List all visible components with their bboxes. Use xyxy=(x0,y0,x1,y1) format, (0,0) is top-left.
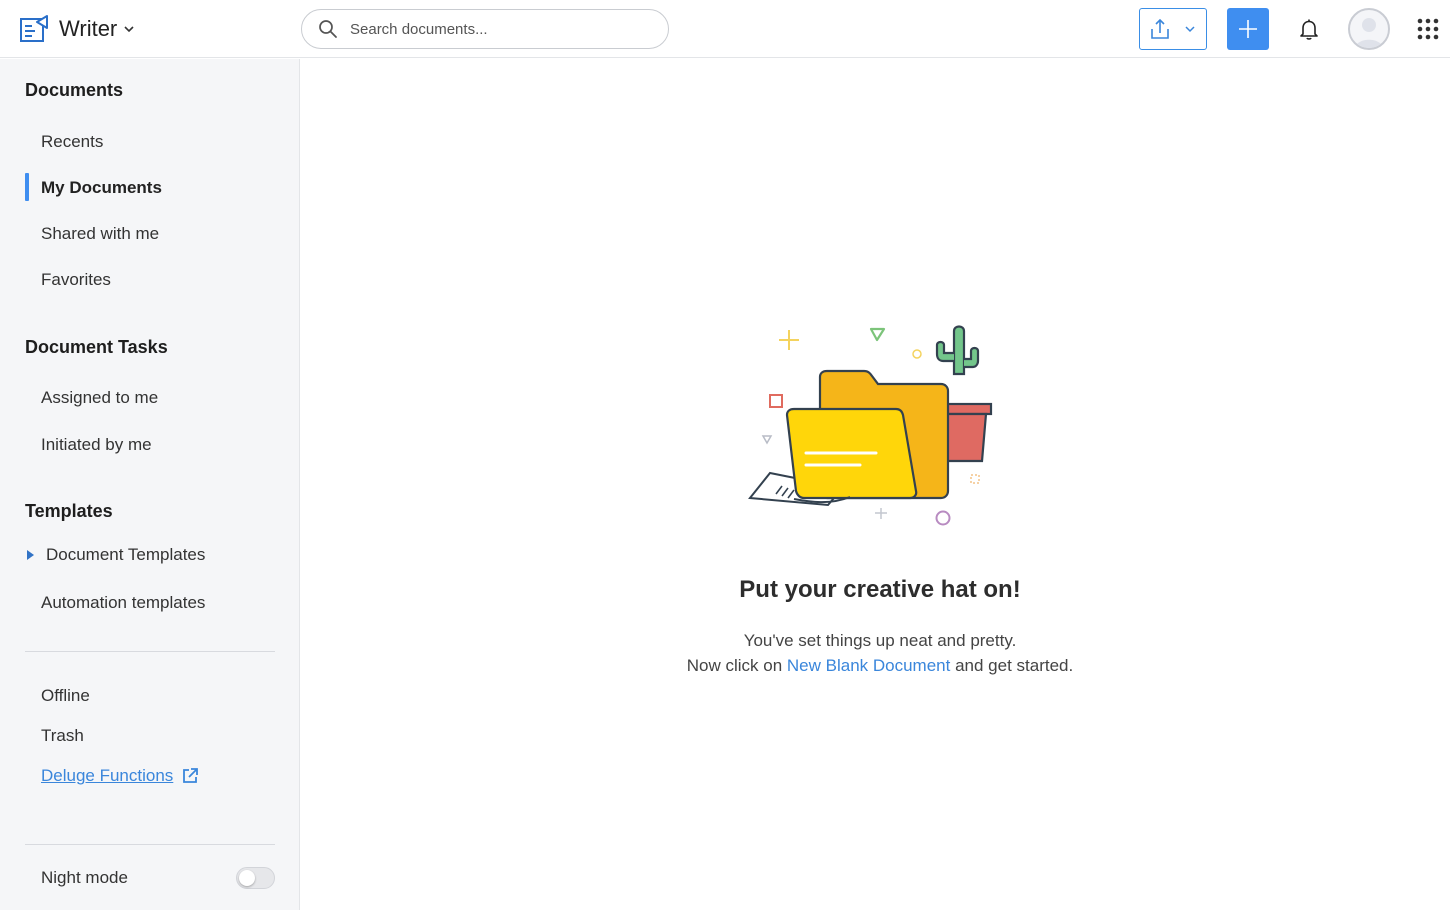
night-mode-label: Night mode xyxy=(41,868,128,887)
app-switcher[interactable]: Writer xyxy=(18,12,135,46)
sidebar-item-label: Recents xyxy=(41,132,104,151)
search-input[interactable] xyxy=(350,20,640,38)
sidebar-item-automation-templates[interactable]: Automation templates xyxy=(25,585,275,621)
sidebar-item-initiated-by-me[interactable]: Initiated by me xyxy=(25,427,275,463)
templates-section-title: Templates xyxy=(25,501,113,521)
sidebar-item-my-documents[interactable]: My Documents xyxy=(25,170,275,206)
sidebar-item-label: Assigned to me xyxy=(41,388,159,407)
new-document-button[interactable] xyxy=(1227,8,1269,50)
grid-icon[interactable] xyxy=(1416,17,1440,41)
sidebar-item-trash[interactable]: Trash xyxy=(25,718,275,754)
deluge-functions-link[interactable]: Deluge Functions xyxy=(41,766,173,786)
empty-state-line-1: You've set things up neat and pretty. xyxy=(743,631,1017,650)
search-box[interactable] xyxy=(301,9,669,49)
external-link-icon xyxy=(183,768,199,783)
upload-button[interactable] xyxy=(1139,8,1207,50)
empty-folder-illustration-icon xyxy=(748,325,993,526)
avatar[interactable] xyxy=(1348,8,1390,50)
expand-triangle-icon[interactable] xyxy=(27,550,34,560)
empty-state-suffix: and get started. xyxy=(950,656,1074,675)
sidebar-item-label: Favorites xyxy=(41,270,111,289)
sidebar-item-label: Document Templates xyxy=(46,545,206,564)
sidebar-item-label: My Documents xyxy=(41,178,162,197)
tasks-section-title: Document Tasks xyxy=(25,337,168,357)
user-avatar-icon xyxy=(1355,18,1383,48)
sidebar-item-assigned-to-me[interactable]: Assigned to me xyxy=(25,380,275,416)
sidebar-divider xyxy=(25,651,275,652)
sidebar-divider xyxy=(25,844,275,845)
sidebar-item-offline[interactable]: Offline xyxy=(25,678,275,714)
bell-icon[interactable] xyxy=(1297,17,1321,41)
search-icon xyxy=(319,20,337,38)
app-name: Writer xyxy=(59,16,118,41)
empty-state-title: Put your creative hat on! xyxy=(739,576,1021,603)
sidebar-item-document-templates[interactable]: Document Templates xyxy=(25,537,275,573)
sidebar-item-shared-with-me[interactable]: Shared with me xyxy=(25,216,275,252)
documents-section-title: Documents xyxy=(25,80,124,100)
sidebar: Documents Recents My Documents Shared wi… xyxy=(0,59,300,910)
sidebar-item-label: Trash xyxy=(41,726,84,745)
toggle-knob xyxy=(239,870,255,886)
sidebar-item-label: Initiated by me xyxy=(41,435,152,454)
empty-state-line-2: Now click on New Blank Document and get … xyxy=(300,656,1450,676)
chevron-down-icon xyxy=(124,26,134,33)
sidebar-item-favorites[interactable]: Favorites xyxy=(25,262,275,298)
night-mode-toggle[interactable] xyxy=(236,867,275,889)
plus-icon xyxy=(1239,20,1257,38)
main-content: Put your creative hat on! You've set thi… xyxy=(300,59,1450,910)
sidebar-item-label: Shared with me xyxy=(41,224,160,243)
top-bar: Writer xyxy=(0,0,1450,58)
writer-logo-icon xyxy=(20,15,48,42)
new-blank-document-link[interactable]: New Blank Document xyxy=(787,656,950,675)
sidebar-item-recents[interactable]: Recents xyxy=(25,124,275,160)
sidebar-item-deluge-functions[interactable]: Deluge Functions xyxy=(25,758,275,794)
empty-state-prefix: Now click on xyxy=(686,656,787,675)
sidebar-item-label: Offline xyxy=(41,686,90,705)
upload-icon xyxy=(1151,18,1195,39)
sidebar-item-label: Automation templates xyxy=(41,593,206,612)
night-mode-row: Night mode xyxy=(25,860,225,896)
